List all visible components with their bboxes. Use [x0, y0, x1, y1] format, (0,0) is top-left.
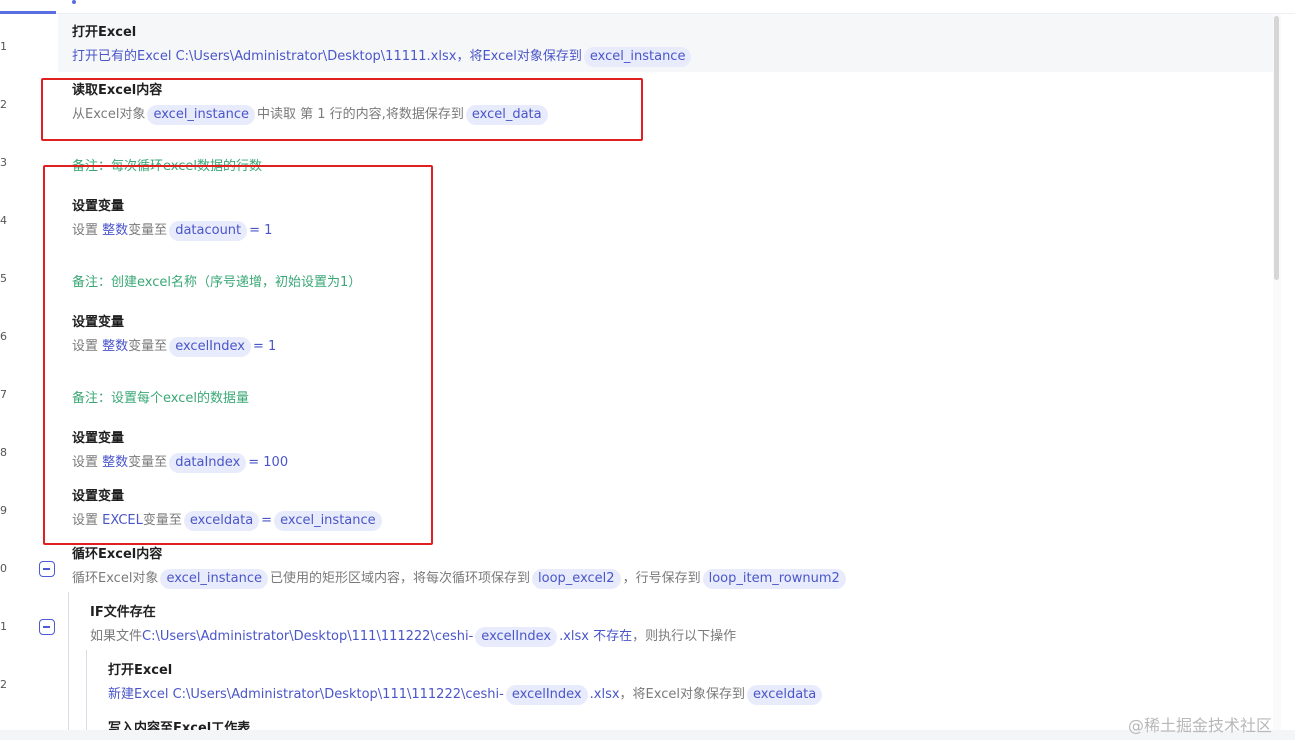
annotation-box-read-excel	[41, 78, 643, 141]
line-number: 6	[0, 330, 7, 343]
annotation-box-variables	[43, 165, 433, 545]
line-number: 0	[0, 562, 7, 575]
step-text: 如果文件	[90, 629, 143, 644]
variable-tag[interactable]: exceldata	[746, 685, 823, 705]
step-description: 循环Excel对象 excel_instance 已使用的矩形区域内容，将每次循环项…	[72, 569, 848, 589]
loop-indent-guide	[68, 592, 69, 730]
line-number: 4	[0, 214, 7, 227]
step-description: 新建Excel C:\Users\Administrator\Desktop\1…	[108, 685, 824, 705]
line-number: 8	[0, 446, 7, 459]
line-number: 3	[0, 156, 7, 169]
variable-tag[interactable]: excel_instance	[160, 569, 269, 589]
step-text: ，将Excel对象保存到	[619, 687, 745, 702]
line-number: 1	[0, 620, 7, 633]
top-tab-bar	[0, 0, 1295, 14]
file-path: C:\Users\Administrator\Desktop\111\11122…	[142, 629, 474, 644]
bottom-bar	[0, 730, 1295, 740]
tab-marker	[72, 0, 76, 4]
step-open-excel[interactable]: 打开Excel 打开已有的Excel C:\Users\Administrato…	[72, 24, 693, 67]
step-title: IF文件存在	[90, 605, 156, 620]
variable-tag[interactable]: loop_excel2	[532, 569, 621, 589]
if-indent-guide	[86, 650, 87, 730]
step-open-excel[interactable]: 打开Excel 新建Excel C:\Users\Administrator\D…	[108, 662, 824, 705]
line-number: 9	[0, 504, 7, 517]
step-title: 打开Excel	[108, 663, 173, 678]
file-path: 新建Excel C:\Users\Administrator\Desktop\1…	[108, 687, 504, 702]
step-title: 打开Excel	[72, 25, 137, 40]
variable-tag[interactable]: excelIndex	[475, 627, 558, 647]
variable-tag[interactable]: loop_item_rownum2	[702, 569, 846, 589]
line-number: 7	[0, 388, 7, 401]
vertical-scrollbar[interactable]	[1273, 14, 1281, 730]
line-number: 2	[0, 98, 7, 111]
collapse-if-icon[interactable]	[39, 619, 55, 635]
step-title: 写入内容至Excel工作表	[108, 721, 251, 730]
step-title: 循环Excel内容	[72, 547, 163, 562]
line-number: 1	[0, 40, 7, 53]
step-text: ，则执行以下操作	[632, 629, 737, 644]
scrollbar-thumb[interactable]	[1274, 16, 1279, 280]
step-if-file-exists[interactable]: IF文件存在 如果文件C:\Users\Administrator\Deskto…	[90, 604, 736, 647]
step-text: 循环Excel对象	[72, 571, 159, 586]
watermark: @稀土掘金技术社区	[1128, 716, 1273, 735]
step-write-excel[interactable]: 写入内容至Excel工作表	[108, 720, 250, 730]
step-text: 已使用的矩形区域内容，将每次循环项保存到	[270, 571, 531, 586]
file-extension: .xlsx	[589, 687, 620, 702]
step-text: 打开已有的Excel C:\Users\Administrator\Deskto…	[72, 49, 582, 64]
step-loop-excel[interactable]: 循环Excel内容 循环Excel对象 excel_instance 已使用的矩形区…	[72, 546, 848, 589]
variable-tag[interactable]: excel_instance	[583, 47, 692, 67]
step-description: 打开已有的Excel C:\Users\Administrator\Deskto…	[72, 47, 693, 67]
step-text: ，行号保存到	[622, 571, 701, 586]
variable-tag[interactable]: excelIndex	[505, 685, 588, 705]
line-number: 5	[0, 272, 7, 285]
step-description: 如果文件C:\Users\Administrator\Desktop\111\1…	[90, 627, 736, 647]
line-number: 2	[0, 678, 7, 691]
file-extension: .xlsx 不存在	[559, 629, 633, 644]
collapse-loop-icon[interactable]	[39, 561, 55, 577]
